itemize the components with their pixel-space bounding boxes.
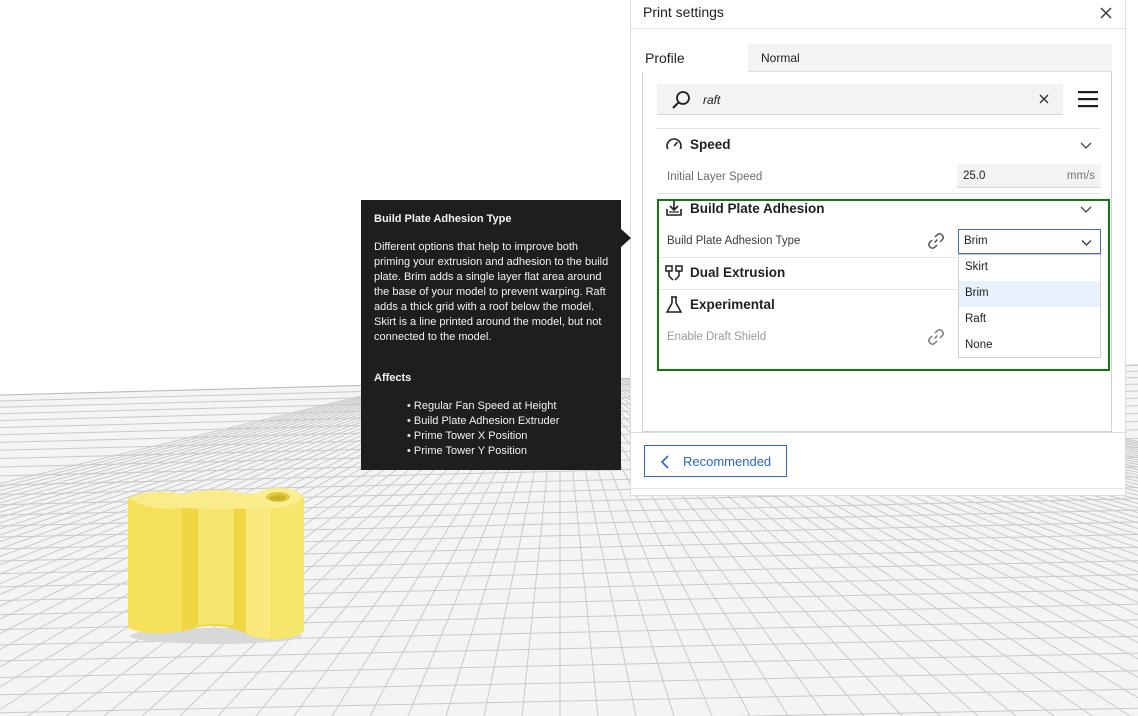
- setting-unit: mm/s: [1066, 170, 1095, 182]
- dropdown-option-raft[interactable]: Raft: [959, 307, 1100, 333]
- panel-header: Print settings: [631, 0, 1125, 28]
- tooltip-arrow: [621, 229, 631, 247]
- search-icon: [672, 91, 690, 109]
- divider: [631, 432, 1125, 433]
- list-item: Build Plate Adhesion Extruder: [407, 414, 560, 429]
- adhesion-type-select[interactable]: Brim: [958, 229, 1101, 254]
- search-field[interactable]: [657, 84, 1063, 115]
- divider: [631, 488, 1125, 489]
- link-icon[interactable]: [927, 328, 945, 346]
- recommended-button[interactable]: Recommended: [644, 445, 787, 477]
- profile-select[interactable]: Normal: [748, 44, 1112, 72]
- panel-title: Print settings: [643, 4, 724, 20]
- category-speed[interactable]: Speed: [657, 130, 1100, 160]
- category-build-plate-adhesion[interactable]: Build Plate Adhesion: [657, 194, 1100, 224]
- tooltip-affects-heading: Affects: [374, 372, 412, 384]
- chevron-down-icon[interactable]: [1080, 203, 1092, 215]
- list-item: Prime Tower Y Position: [407, 444, 559, 459]
- category-label: Speed: [690, 137, 731, 152]
- divider: [657, 128, 1100, 129]
- dropdown-option-none[interactable]: None: [959, 333, 1100, 359]
- category-label: Build Plate Adhesion: [690, 201, 825, 216]
- tooltip-title: Build Plate Adhesion Type: [374, 213, 512, 225]
- profile-label: Profile: [645, 50, 685, 66]
- setting-label: Initial Layer Speed: [667, 171, 763, 183]
- dropdown-option-brim[interactable]: Brim: [959, 281, 1100, 307]
- setting-label: Enable Draft Shield: [667, 331, 767, 343]
- tooltip-affects-list: Regular Fan Speed at Height Build Plate …: [407, 399, 560, 459]
- 3d-model[interactable]: [120, 486, 312, 646]
- list-item: Prime Tower X Position: [407, 429, 559, 444]
- link-icon[interactable]: [927, 232, 945, 250]
- category-label: Experimental: [690, 297, 775, 312]
- adhesion-type-dropdown: Skirt Brim Raft None: [958, 254, 1101, 358]
- flask-icon: [665, 296, 683, 313]
- chevron-down-icon: [1081, 240, 1092, 246]
- dual-extrusion-icon: [665, 265, 683, 281]
- category-dual-extrusion[interactable]: Dual Extrusion: [657, 258, 957, 288]
- adhesion-icon: [666, 201, 682, 216]
- initial-layer-speed-input[interactable]: 25.0 mm/s: [957, 164, 1101, 188]
- recommended-label: Recommended: [683, 454, 772, 469]
- category-label: Dual Extrusion: [690, 265, 786, 280]
- category-experimental[interactable]: Experimental: [657, 290, 957, 320]
- list-item: Regular Fan Speed at Height: [407, 399, 559, 414]
- print-settings-panel: Print settings Profile Normal Speed: [630, 0, 1126, 496]
- setting-tooltip: Build Plate Adhesion Type Different opti…: [361, 200, 621, 470]
- menu-icon[interactable]: [1077, 88, 1099, 110]
- search-input[interactable]: [703, 93, 1003, 107]
- dropdown-option-skirt[interactable]: Skirt: [959, 255, 1100, 281]
- header-divider: [631, 28, 1125, 29]
- close-icon[interactable]: [1095, 2, 1117, 24]
- clear-icon[interactable]: [1037, 92, 1051, 106]
- tooltip-description: Different options that help to improve b…: [374, 241, 609, 343]
- speedometer-icon: [666, 138, 682, 154]
- chevron-left-icon: [660, 455, 669, 469]
- select-value: Brim: [964, 235, 988, 247]
- setting-value: 25.0: [963, 170, 986, 182]
- chevron-down-icon[interactable]: [1080, 139, 1092, 151]
- setting-label: Build Plate Adhesion Type: [667, 235, 801, 247]
